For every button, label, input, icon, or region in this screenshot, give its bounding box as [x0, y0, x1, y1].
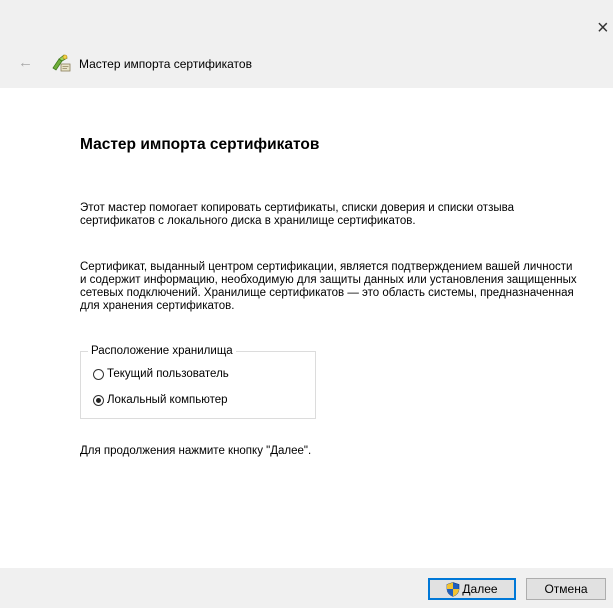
next-button[interactable]: Далее	[428, 578, 516, 600]
uac-shield-icon	[447, 581, 460, 597]
continue-instruction: Для продолжения нажмите кнопку "Далее".	[80, 445, 312, 457]
store-location-legend: Расположение хранилища	[88, 344, 236, 358]
certificate-wizard-icon	[52, 54, 71, 72]
certificate-import-wizard-window: × ← Мастер импорта сертификатов Мастер и…	[0, 0, 613, 608]
description-paragraph: Сертификат, выданный центром сертификаци…	[80, 261, 577, 312]
next-button-label: Далее	[462, 582, 498, 596]
radio-local-machine[interactable]: Локальный компьютер	[93, 392, 228, 408]
close-icon: ×	[597, 17, 609, 39]
intro-paragraph: Этот мастер помогает копировать сертифик…	[80, 202, 514, 227]
close-button[interactable]: ×	[597, 17, 613, 39]
window-title: Мастер импорта сертификатов	[79, 57, 252, 71]
radio-current-user[interactable]: Текущий пользователь	[93, 366, 229, 382]
back-button[interactable]: ←	[18, 55, 34, 71]
button-bar: Далее Отмена	[0, 568, 613, 608]
radio-local-machine-circle[interactable]	[93, 394, 104, 406]
cancel-button[interactable]: Отмена	[526, 578, 606, 600]
title-bar: × ← Мастер импорта сертификатов	[0, 0, 613, 88]
wizard-content: Мастер импорта сертификатов Этот мастер …	[0, 88, 613, 568]
store-location-group: Расположение хранилища Текущий пользоват…	[80, 344, 316, 419]
radio-local-machine-label[interactable]: Локальный компьютер	[107, 394, 228, 406]
page-heading: Мастер импорта сертификатов	[80, 136, 320, 153]
back-arrow-icon: ←	[18, 54, 33, 71]
radio-current-user-label[interactable]: Текущий пользователь	[107, 368, 229, 380]
radio-current-user-circle[interactable]	[93, 368, 104, 380]
